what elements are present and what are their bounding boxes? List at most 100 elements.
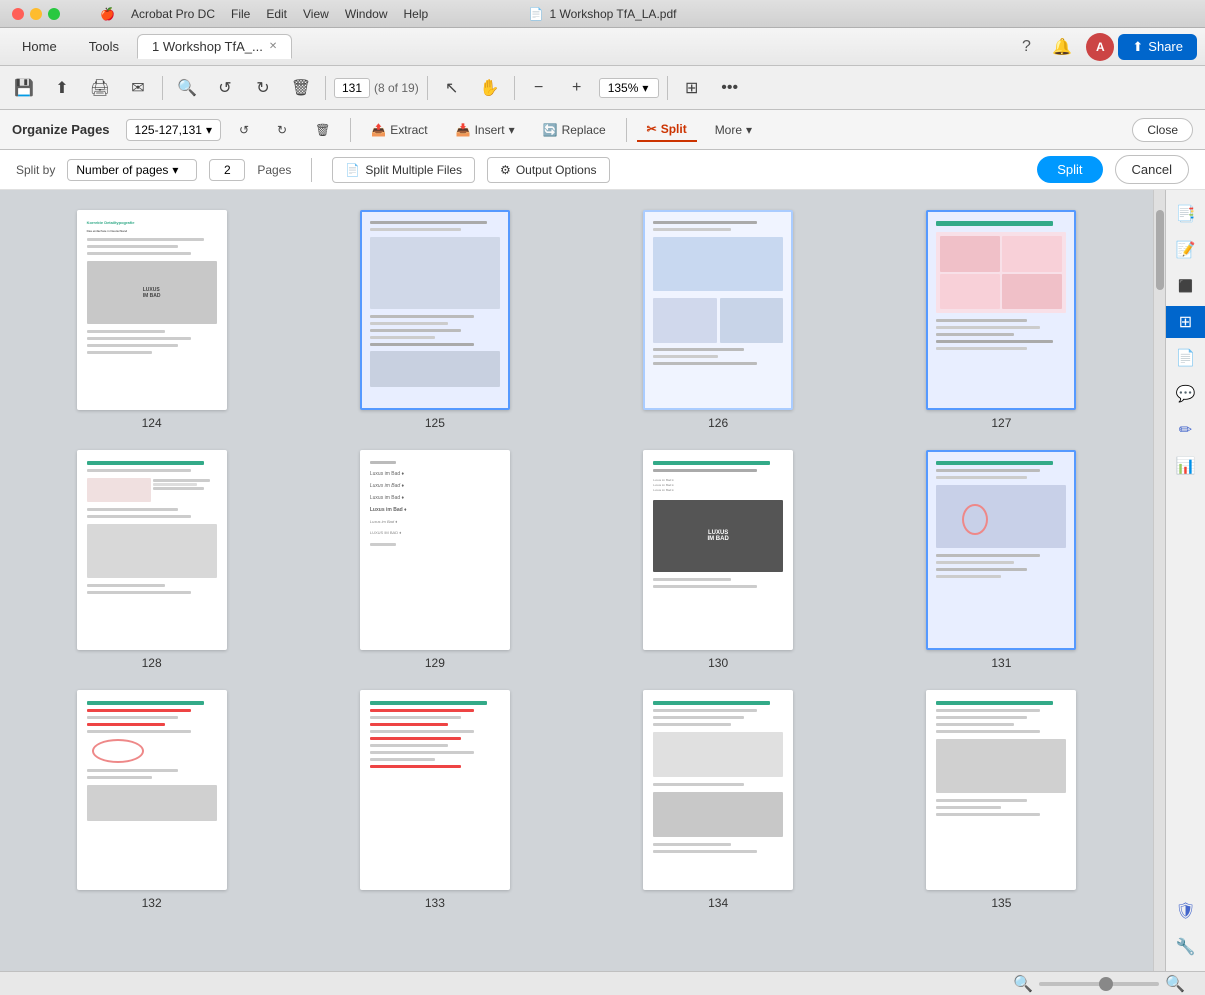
apple-menu[interactable]: 🍎 <box>100 7 115 21</box>
scrollbar-thumb[interactable] <box>1156 210 1164 290</box>
print-button[interactable]: 🖨 <box>84 72 116 104</box>
redo-button[interactable]: ↻ <box>247 72 279 104</box>
upload-button[interactable]: ⬆ <box>46 72 78 104</box>
page-thumb-130[interactable]: Luxus im Bad ♦ Luxus im Bad ♦ Luxus im B… <box>587 450 850 670</box>
right-panel-scan-icon[interactable]: ⬛ <box>1170 270 1202 302</box>
menu-help[interactable]: Help <box>404 7 429 21</box>
right-panel-sign-icon[interactable]: ✏ <box>1170 414 1202 446</box>
pages-label: Pages <box>257 163 291 177</box>
zoom-in-button[interactable]: + <box>561 72 593 104</box>
user-avatar[interactable]: A <box>1086 33 1114 61</box>
page-135-bar1 <box>936 701 1053 705</box>
output-options-icon: ⚙ <box>500 163 511 177</box>
right-panel-tools-icon[interactable]: 🔧 <box>1170 931 1202 963</box>
close-organize-button[interactable]: Close <box>1132 118 1193 142</box>
save-button[interactable]: 💾 <box>8 72 40 104</box>
layout-icon[interactable]: ⊞ <box>676 72 708 104</box>
help-icon[interactable]: ? <box>1014 35 1038 59</box>
zoom-slider-minus-icon[interactable]: 🔍 <box>1013 974 1033 994</box>
insert-icon: 📥 <box>456 123 471 137</box>
right-panel-export-icon[interactable]: 📄 <box>1170 342 1202 374</box>
page-thumb-132[interactable]: 132 <box>20 690 283 910</box>
page-thumb-131[interactable]: 131 <box>870 450 1133 670</box>
redo-organize-button[interactable]: ↻ <box>267 119 297 141</box>
window-controls[interactable] <box>12 8 60 20</box>
page-133-bar1 <box>370 701 487 705</box>
page-num-134: 134 <box>708 896 728 910</box>
page-133-bar9 <box>370 758 435 761</box>
page-126-bar1 <box>653 221 757 224</box>
menu-window[interactable]: Window <box>345 7 388 21</box>
replace-button[interactable]: 🔄 Replace <box>533 119 616 141</box>
menu-app[interactable]: Acrobat Pro DC <box>131 7 215 21</box>
hand-tool-button[interactable]: ✋ <box>474 72 506 104</box>
undo-button[interactable]: ↺ <box>209 72 241 104</box>
zoom-slider-input[interactable] <box>1039 982 1159 986</box>
notifications-icon[interactable]: 🔔 <box>1050 35 1074 59</box>
page-thumb-133[interactable]: 133 <box>303 690 566 910</box>
scrollbar[interactable] <box>1153 190 1165 971</box>
page-range-selector[interactable]: 125-127,131 ▾ <box>126 119 221 141</box>
tab-tools[interactable]: Tools <box>75 35 133 58</box>
menu-file[interactable]: File <box>231 7 250 21</box>
page-thumb-128[interactable]: 128 <box>20 450 283 670</box>
output-options-button[interactable]: ⚙ Output Options <box>487 157 609 183</box>
email-button[interactable]: ✉ <box>122 72 154 104</box>
cancel-split-button[interactable]: Cancel <box>1115 155 1189 184</box>
insert-button[interactable]: 📥 Insert ▾ <box>446 119 525 141</box>
page-127-bar6 <box>936 347 1027 350</box>
menu-edit[interactable]: Edit <box>266 7 287 21</box>
page-thumb-134[interactable]: 134 <box>587 690 850 910</box>
page-navigation: (8 of 19) <box>334 78 419 98</box>
right-panel-forms-icon[interactable]: 📊 <box>1170 450 1202 482</box>
pages-count-input[interactable] <box>209 159 245 181</box>
page-134-bar2 <box>653 709 757 712</box>
page-129-bar1 <box>370 543 396 546</box>
page-num-128: 128 <box>142 656 162 670</box>
menu-view[interactable]: View <box>303 7 329 21</box>
tab-close-button[interactable]: ✕ <box>269 41 277 52</box>
page-135-bar7 <box>936 806 1001 809</box>
page-124-bar2 <box>87 245 178 248</box>
right-panel-comment-icon[interactable]: 💬 <box>1170 378 1202 410</box>
tab-home[interactable]: Home <box>8 35 71 58</box>
more-organize-button[interactable]: More ▾ <box>705 119 762 141</box>
page-number-input[interactable] <box>334 78 370 98</box>
page-134-bar1 <box>653 701 770 705</box>
right-panel-pdf-icon[interactable]: 📑 <box>1170 198 1202 230</box>
extract-button[interactable]: 📤 Extract <box>361 119 437 141</box>
tab-active-document[interactable]: 1 Workshop TfA_... ✕ <box>137 34 292 59</box>
page-thumb-126[interactable]: 126 <box>587 210 850 430</box>
minimize-window-button[interactable] <box>30 8 42 20</box>
page-124-bar7 <box>87 351 152 354</box>
split-by-selector[interactable]: Number of pages ▾ <box>67 159 197 181</box>
split-action-button[interactable]: Split <box>1037 156 1102 183</box>
close-window-button[interactable] <box>12 8 24 20</box>
page-132-bar3 <box>87 716 178 719</box>
delete-button[interactable]: 🗑 <box>285 72 317 104</box>
zoom-slider-plus-icon[interactable]: 🔍 <box>1165 974 1185 994</box>
page-thumb-125[interactable]: 125 <box>303 210 566 430</box>
maximize-window-button[interactable] <box>48 8 60 20</box>
page-125-bar6 <box>370 336 435 339</box>
page-range-dropdown-icon: ▾ <box>206 123 212 137</box>
zoom-out-search-button[interactable]: 🔍 <box>171 72 203 104</box>
page-thumb-124[interactable]: Korrekte Detailtypografie Das einfachste… <box>20 210 283 430</box>
thumb-frame-133 <box>360 690 510 890</box>
right-panel-protect-icon[interactable]: 🛡 <box>1170 895 1202 927</box>
page-thumb-127[interactable]: 127 <box>870 210 1133 430</box>
more-options-button[interactable]: ••• <box>714 72 746 104</box>
split-multiple-files-button[interactable]: 📄 Split Multiple Files <box>332 157 475 183</box>
share-button[interactable]: ⬆ Share <box>1118 34 1197 60</box>
page-thumb-135[interactable]: 135 <box>870 690 1133 910</box>
cursor-tool-button[interactable]: ↖ <box>436 72 468 104</box>
delete-pages-button[interactable]: 🗑 <box>305 119 340 141</box>
right-panel-edit-icon[interactable]: 📝 <box>1170 234 1202 266</box>
page-thumb-129[interactable]: Luxus im Bad ♦ Luxus im Bad ♦ Luxus im B… <box>303 450 566 670</box>
right-panel-organize-icon[interactable]: ⊞ <box>1166 306 1205 338</box>
zoom-out-button[interactable]: − <box>523 72 555 104</box>
split-button[interactable]: ✂ Split <box>637 118 697 142</box>
undo-organize-button[interactable]: ↺ <box>229 119 259 141</box>
toolbar-divider-5 <box>667 76 668 100</box>
zoom-level-selector[interactable]: 135% ▾ <box>599 78 659 98</box>
